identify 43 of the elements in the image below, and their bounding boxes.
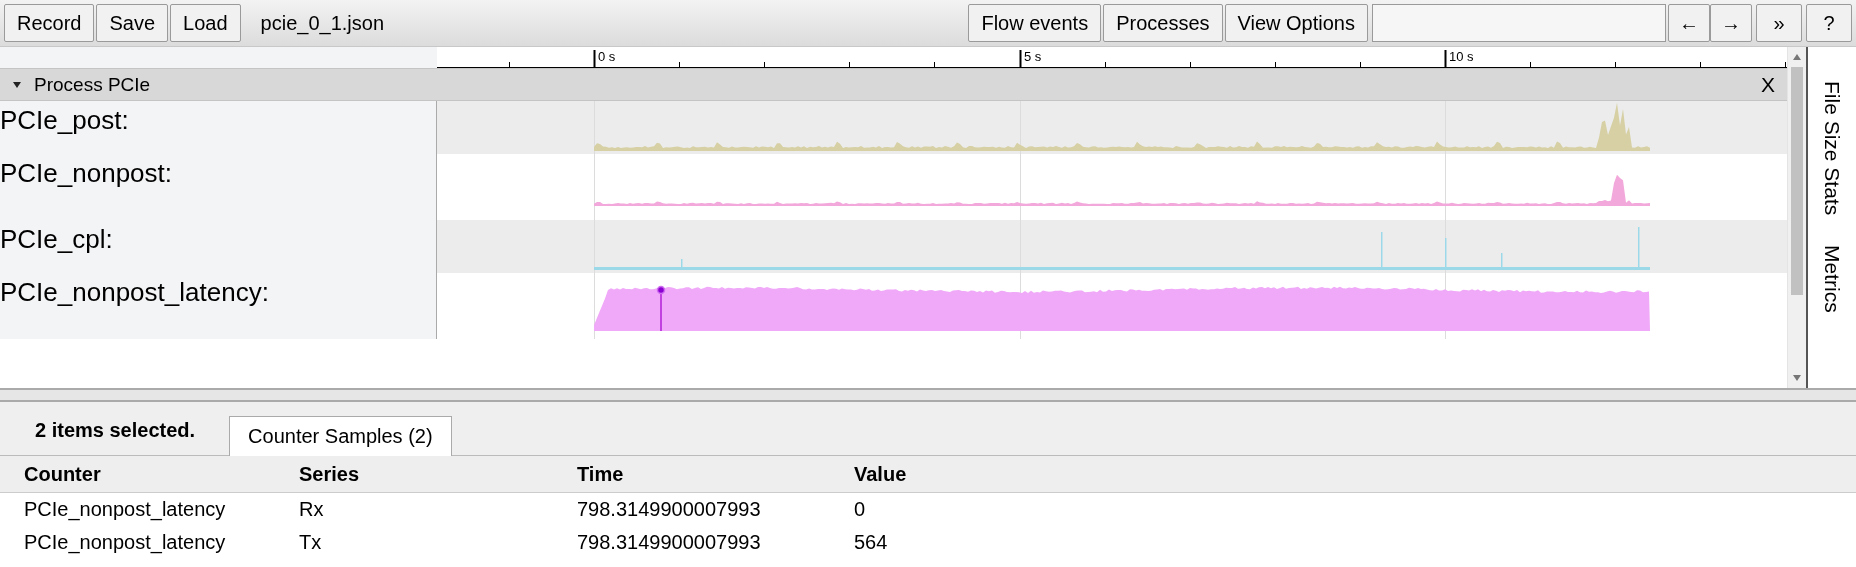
nav-button[interactable]: →	[1710, 4, 1752, 42]
toolbar-button[interactable]: Load	[170, 4, 241, 42]
toolbar-button[interactable]: Save	[96, 4, 169, 42]
tick-label: 10 s	[1449, 49, 1474, 64]
tick-label: 5 s	[1024, 49, 1042, 64]
splitter-bar[interactable]	[0, 388, 1856, 402]
scrollbar-thumb[interactable]	[1791, 67, 1803, 295]
track-label: PCIe_post:	[0, 101, 437, 154]
column-header[interactable]: Value	[830, 462, 1030, 486]
more-button[interactable]: »	[1756, 4, 1802, 42]
column-header[interactable]: Series	[275, 462, 553, 486]
table-cell-text: PCIe_nonpost_latency	[23, 498, 227, 521]
analysis-tab[interactable]: Counter Samples (2)	[229, 416, 452, 456]
process-header[interactable]: Process PCIe X	[0, 68, 1788, 101]
toolbar-button[interactable]: Flow events	[968, 4, 1102, 42]
table-cell-text: PCIe_nonpost_latency	[23, 531, 227, 554]
table-cell-text: 0	[853, 498, 867, 521]
file-name: pcie_0_1.json	[260, 11, 384, 35]
side-panel-tab[interactable]: Metrics	[1820, 245, 1844, 313]
scrollbar[interactable]	[1787, 47, 1806, 388]
tick-label: 0 s	[598, 49, 616, 64]
column-header[interactable]: Counter	[0, 462, 275, 486]
table-cell-text: 564	[853, 531, 889, 554]
help-button[interactable]: ?	[1806, 4, 1852, 42]
scroll-up-icon	[1792, 53, 1802, 61]
track-label: PCIe_cpl:	[0, 220, 437, 273]
column-header[interactable]: Time	[553, 462, 830, 486]
toolbar-button[interactable]: View Options	[1224, 4, 1368, 42]
side-panel-tab[interactable]: File Size Stats	[1820, 81, 1844, 216]
track-label: PCIe_nonpost:	[0, 154, 437, 220]
table-cell-text: 798.3149900007993	[576, 531, 762, 554]
toolbar-button[interactable]: Record	[4, 4, 95, 42]
table-cell-text: 798.3149900007993	[576, 498, 762, 521]
search-field[interactable]	[1372, 4, 1666, 42]
close-button[interactable]: X	[1761, 72, 1776, 97]
nav-button[interactable]: ←	[1668, 4, 1710, 42]
track-label: PCIe_nonpost_latency:	[0, 273, 437, 339]
process-title: Process PCIe	[34, 73, 152, 96]
selection-summary: 2 items selected.	[35, 419, 196, 443]
table-cell-text: Rx	[298, 498, 325, 521]
toolbar-button[interactable]: Processes	[1103, 4, 1223, 42]
table-cell-text: Tx	[298, 531, 323, 554]
scroll-down-icon	[1792, 374, 1802, 382]
